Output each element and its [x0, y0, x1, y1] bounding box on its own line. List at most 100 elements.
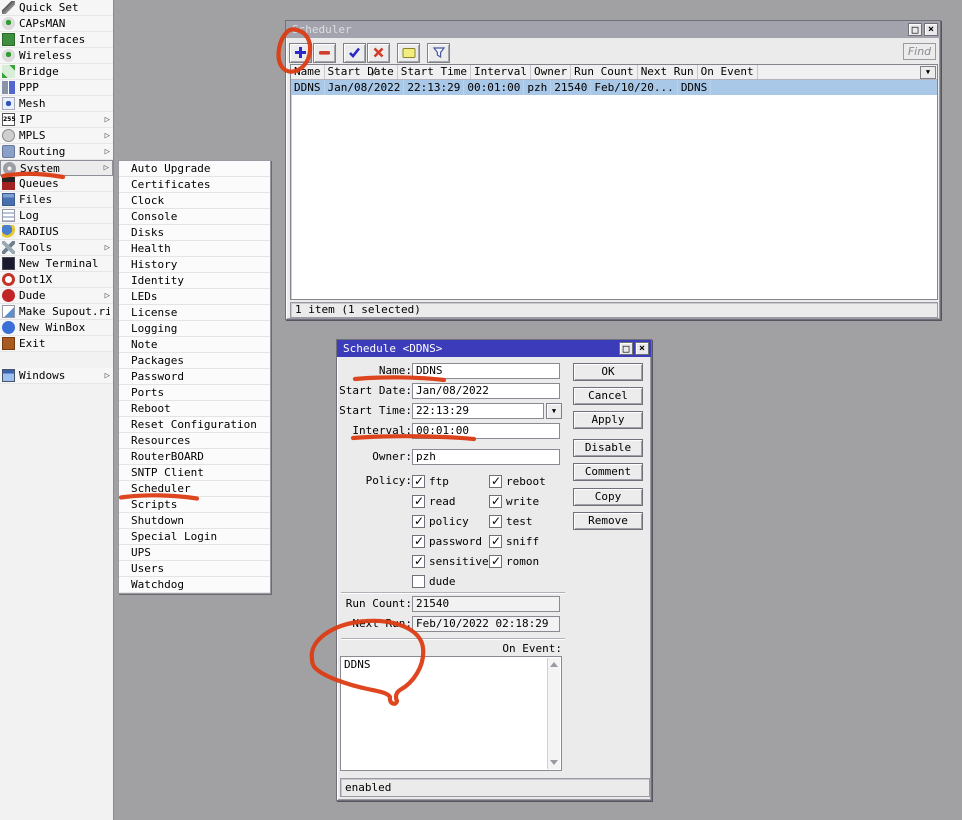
policy-checkbox[interactable]: policy — [412, 515, 489, 528]
column-header[interactable]: On Event — [698, 65, 758, 79]
sidebar-item[interactable]: MPLS ▷ — [0, 128, 113, 144]
policy-checkbox[interactable]: write — [489, 495, 546, 508]
system-menu-item[interactable]: LEDs — [119, 289, 270, 305]
scrollbar[interactable] — [547, 658, 560, 769]
sidebar-item[interactable]: Wireless ▷ — [0, 48, 113, 64]
ok-button[interactable]: OK — [573, 363, 643, 381]
system-menu-item[interactable]: Clock — [119, 193, 270, 209]
disable-button[interactable]: Disable — [573, 439, 643, 457]
column-header[interactable]: Interval — [471, 65, 531, 79]
sidebar-item[interactable]: Interfaces ▷ — [0, 32, 113, 48]
system-menu-item[interactable]: Identity — [119, 273, 270, 289]
remove-button[interactable] — [313, 43, 336, 63]
comment-button[interactable]: Comment — [573, 463, 643, 481]
owner-input[interactable]: pzh — [412, 449, 560, 465]
system-menu-item[interactable]: Watchdog — [119, 577, 270, 593]
system-menu-item[interactable]: Users — [119, 561, 270, 577]
system-menu-item[interactable]: Console — [119, 209, 270, 225]
add-button[interactable] — [289, 43, 312, 63]
policy-checkbox[interactable]: ftp — [412, 475, 489, 488]
policy-checkbox[interactable]: sniff — [489, 535, 546, 548]
interval-input[interactable]: 00:01:00 — [412, 423, 560, 439]
sidebar-item[interactable]: Make Supout.rif ▷ — [0, 304, 113, 320]
column-header[interactable]: Name — [291, 65, 325, 79]
sidebar-item[interactable]: RADIUS ▷ — [0, 224, 113, 240]
column-picker-button[interactable]: ▼ — [920, 66, 936, 79]
sidebar-item[interactable]: Queues ▷ — [0, 176, 113, 192]
name-input[interactable]: DDNS — [412, 363, 560, 379]
system-menu-item[interactable]: RouterBOARD — [119, 449, 270, 465]
system-menu-item[interactable]: Logging — [119, 321, 270, 337]
system-menu-item[interactable]: License — [119, 305, 270, 321]
column-header[interactable]: Start Date — [325, 65, 398, 79]
scheduler-titlebar[interactable]: Scheduler — [286, 21, 940, 38]
system-menu-item[interactable]: Password — [119, 369, 270, 385]
sidebar-item[interactable]: Tools ▷ — [0, 240, 113, 256]
start-date-input[interactable]: Jan/08/2022 — [412, 383, 560, 399]
system-menu-item[interactable]: Health — [119, 241, 270, 257]
sidebar-item[interactable]: Quick Set ▷ — [0, 0, 113, 16]
system-menu-item[interactable]: Scheduler — [119, 481, 270, 497]
close-icon[interactable] — [635, 342, 649, 355]
start-time-dropdown-button[interactable]: ▼ — [546, 403, 562, 419]
disable-button[interactable] — [367, 43, 390, 63]
sidebar-item[interactable]: IP ▷ — [0, 112, 113, 128]
system-menu-item[interactable]: Note — [119, 337, 270, 353]
sidebar-item[interactable]: Exit ▷ — [0, 336, 113, 352]
column-header[interactable]: Run Count — [571, 65, 638, 79]
column-header[interactable]: Start Time — [398, 65, 471, 79]
enable-button[interactable] — [343, 43, 366, 63]
policy-checkbox[interactable]: sensitive — [412, 555, 489, 568]
system-menu-item[interactable]: Special Login — [119, 529, 270, 545]
system-menu-item[interactable]: Resources — [119, 433, 270, 449]
maximize-icon[interactable] — [619, 342, 633, 355]
on-event-textarea[interactable]: DDNS — [340, 656, 562, 771]
sidebar-item[interactable]: System ▷ — [0, 160, 113, 176]
table-row[interactable]: DDNSJan/08/202222:13:2900:01:00pzh21540F… — [291, 80, 937, 95]
system-menu-item[interactable]: Reboot — [119, 401, 270, 417]
column-header[interactable]: Owner — [531, 65, 571, 79]
start-time-input[interactable]: 22:13:29 — [412, 403, 544, 419]
remove-button[interactable]: Remove — [573, 512, 643, 530]
sidebar-item[interactable]: PPP ▷ — [0, 80, 113, 96]
find-button[interactable]: Find — [903, 43, 936, 60]
sidebar-item[interactable]: CAPsMAN ▷ — [0, 16, 113, 32]
sidebar-item[interactable]: Dude ▷ — [0, 288, 113, 304]
system-menu-item[interactable]: Disks — [119, 225, 270, 241]
sidebar-item[interactable]: Mesh ▷ — [0, 96, 113, 112]
system-menu-item[interactable]: SNTP Client — [119, 465, 270, 481]
policy-checkbox[interactable]: romon — [489, 555, 546, 568]
sidebar-item[interactable]: New Terminal ▷ — [0, 256, 113, 272]
maximize-icon[interactable] — [908, 23, 922, 36]
sidebar-item[interactable]: Dot1X ▷ — [0, 272, 113, 288]
sidebar-item[interactable]: Files ▷ — [0, 192, 113, 208]
system-menu-item[interactable]: Auto Upgrade — [119, 161, 270, 177]
system-menu-item[interactable]: Reset Configuration — [119, 417, 270, 433]
sidebar-item[interactable]: New WinBox ▷ — [0, 320, 113, 336]
sidebar-item[interactable]: Windows ▷ — [0, 368, 113, 384]
system-menu-item[interactable]: Certificates — [119, 177, 270, 193]
sidebar-item[interactable]: Bridge ▷ — [0, 64, 113, 80]
close-icon[interactable] — [924, 23, 938, 36]
policy-checkbox[interactable]: test — [489, 515, 546, 528]
system-menu-item[interactable]: UPS — [119, 545, 270, 561]
apply-button[interactable]: Apply — [573, 411, 643, 429]
scroll-up-icon[interactable] — [550, 662, 558, 667]
policy-checkbox[interactable]: read — [412, 495, 489, 508]
system-menu-item[interactable]: History — [119, 257, 270, 273]
copy-button[interactable]: Copy — [573, 488, 643, 506]
column-header[interactable]: Next Run — [638, 65, 698, 79]
policy-checkbox[interactable]: password — [412, 535, 489, 548]
filter-button[interactable] — [427, 43, 450, 63]
dialog-titlebar[interactable]: Schedule <DDNS> — [337, 340, 651, 357]
sidebar-item[interactable]: Log ▷ — [0, 208, 113, 224]
policy-checkbox[interactable]: reboot — [489, 475, 546, 488]
system-menu-item[interactable]: Shutdown — [119, 513, 270, 529]
policy-checkbox[interactable]: dude — [412, 575, 489, 588]
cancel-button[interactable]: Cancel — [573, 387, 643, 405]
sidebar-item[interactable]: Routing ▷ — [0, 144, 113, 160]
comment-button[interactable] — [397, 43, 420, 63]
system-menu-item[interactable]: Ports — [119, 385, 270, 401]
system-menu-item[interactable]: Packages — [119, 353, 270, 369]
system-menu-item[interactable]: Scripts — [119, 497, 270, 513]
